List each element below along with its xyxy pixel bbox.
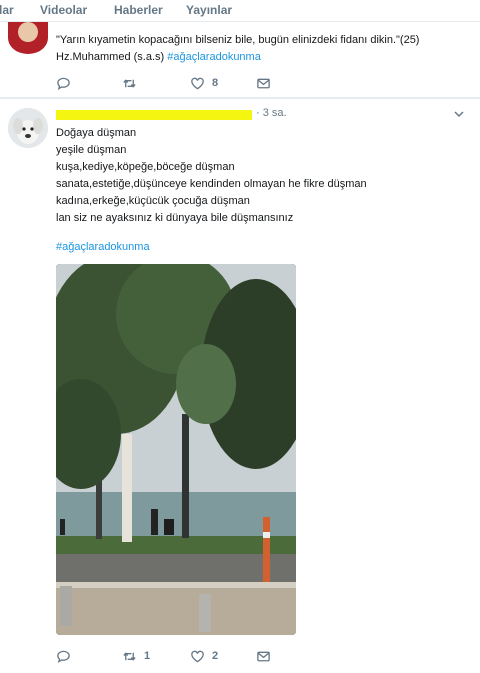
like-icon: [191, 77, 204, 89]
retweet-icon: [123, 652, 136, 660]
like-button[interactable]: 2: [190, 647, 218, 665]
tweet-actions: 1 2: [56, 647, 296, 665]
tweet-line: Hz.Muhammed (s.a.s) #ağaçlaradokunma: [56, 51, 261, 63]
retweet-count: 1: [144, 650, 151, 662]
tweet-text: Doğaya düşman yeşile düşman kuşa,kediye,…: [56, 125, 367, 227]
tweet-header: · 3 sa.: [56, 107, 466, 123]
tweet-line: Doğaya düşman: [56, 127, 137, 139]
reply-button[interactable]: [56, 74, 78, 92]
tab-videos[interactable]: Videolar: [40, 3, 87, 17]
tweet-actions: 8: [56, 74, 296, 92]
tab-news[interactable]: Haberler: [114, 3, 163, 17]
retweet-button[interactable]: 1: [122, 647, 150, 665]
tweet-line: lan siz ne ayaksınız ki dünyaya bile düş…: [56, 212, 294, 224]
redacted-username[interactable]: [56, 110, 252, 120]
tweet-line: kadına,erkeğe,küçücük çocuğa düşman: [56, 195, 250, 207]
reply-icon: [57, 77, 70, 90]
dm-button[interactable]: [256, 74, 271, 92]
caret-down-icon[interactable]: [452, 107, 466, 121]
tweet-card[interactable]: "Yarın kıyametin kopacağını bilseniz bil…: [0, 22, 480, 98]
tweet-line: "Yarın kıyametin kopacağını bilseniz bil…: [56, 34, 420, 46]
tab-broadcasts[interactable]: Yayınlar: [186, 3, 232, 17]
reply-button[interactable]: [56, 647, 78, 665]
like-count: 2: [212, 650, 219, 662]
like-button[interactable]: 8: [190, 74, 218, 92]
hashtag-link[interactable]: #ağaçlaradokunma: [167, 51, 261, 63]
tweet-text: "Yarın kıyametin kopacağını bilseniz bil…: [56, 32, 419, 66]
tweet-line: yeşile düşman: [56, 144, 127, 156]
top-nav: lar Videolar Haberler Yayınlar: [0, 0, 480, 22]
tweet-card[interactable]: · 3 sa. Doğaya düşman yeşile düşman kuşa…: [0, 99, 480, 673]
tweet-timestamp[interactable]: · 3 sa.: [256, 107, 287, 119]
dog-avatar-icon: [8, 108, 48, 148]
tweet-video[interactable]: [56, 264, 296, 635]
like-icon: [191, 650, 204, 662]
hashtag-link[interactable]: #ağaçlaradokunma: [56, 239, 150, 256]
tweet-line: kuşa,kediye,köpeğe,böceğe düşman: [56, 161, 235, 173]
tab-partial[interactable]: lar: [0, 3, 14, 17]
video-frame-image: [56, 264, 296, 635]
like-count: 8: [212, 77, 219, 89]
direct-message-icon: [257, 78, 270, 88]
dm-button[interactable]: [256, 647, 271, 665]
avatar[interactable]: [8, 22, 48, 54]
reply-icon: [57, 650, 70, 663]
avatar[interactable]: [8, 108, 48, 148]
tweet-line: sanata,estetiğe,düşünceye kendinden olma…: [56, 178, 367, 190]
retweet-button[interactable]: [122, 74, 144, 92]
direct-message-icon: [257, 651, 270, 661]
retweet-icon: [123, 79, 136, 87]
